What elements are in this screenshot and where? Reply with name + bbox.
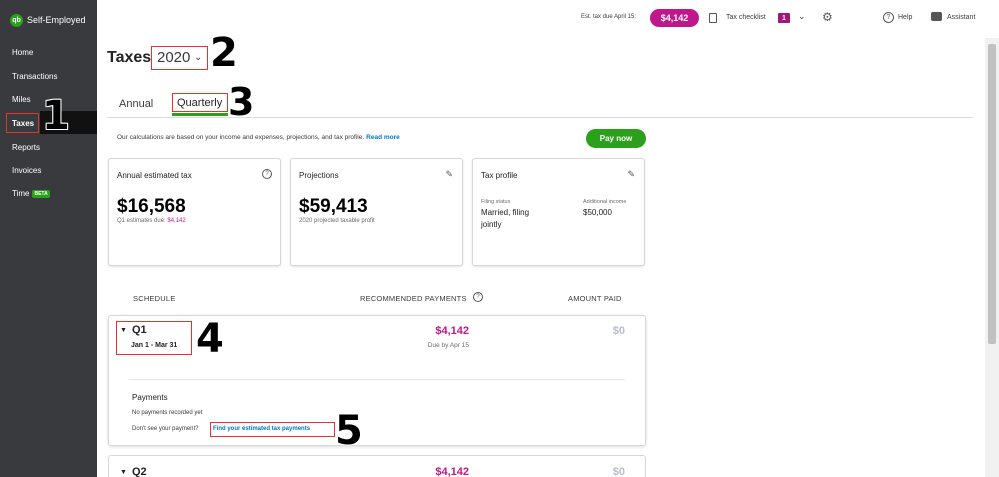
no-payments-text: No payments recorded yet	[132, 410, 203, 416]
q1-estimate-label: Q1 estimates due:	[117, 218, 166, 224]
question-icon[interactable]: ?	[262, 169, 272, 179]
amount-paid-header: AMOUNT PAID	[568, 294, 622, 303]
projections-card: Projections ✎ $59,413 2020 projected tax…	[290, 158, 463, 266]
brand-name: Self-Employed	[27, 15, 86, 25]
assistant-icon[interactable]	[931, 12, 942, 21]
caret-down-icon[interactable]: ▼	[120, 469, 127, 476]
annual-tax-amount: $16,568	[117, 196, 186, 217]
annotation-3: 3	[228, 80, 255, 124]
filing-status-value-line-2: jointly	[481, 220, 502, 229]
missing-payment-prompt: Don't see your payment?	[132, 426, 199, 432]
chevron-down-icon[interactable]: ⌄	[798, 11, 806, 22]
schedule-header: SCHEDULE	[133, 294, 176, 303]
q2-label[interactable]: Q2	[132, 466, 147, 477]
card-title: Projections	[299, 171, 339, 180]
q1-divider	[129, 379, 625, 380]
info-message: Our calculations are based on your incom…	[117, 134, 365, 141]
annotation-4: 4	[196, 316, 224, 362]
q2-card	[108, 455, 646, 477]
page-title: Taxes	[107, 49, 152, 66]
help-icon[interactable]: ?	[883, 12, 894, 23]
highlight-box-taxes	[6, 113, 39, 133]
active-tab-indicator	[172, 113, 228, 116]
highlight-box-find-link	[210, 422, 335, 437]
assistant-link[interactable]: Assistant	[947, 14, 975, 21]
highlight-box-quarterly	[172, 93, 228, 112]
checklist-count-badge: 1	[778, 13, 790, 23]
q2-amount-paid: $0	[612, 466, 625, 477]
filing-status-value-line-1: Married, filing	[481, 208, 530, 217]
sidebar-item-home[interactable]: Home	[12, 48, 33, 57]
tax-checklist-link[interactable]: Tax checklist	[726, 14, 766, 21]
additional-income-label: Additional income	[583, 199, 627, 205]
tax-profile-card: Tax profile ✎ Filing status Married, fil…	[472, 158, 645, 266]
brand[interactable]: qb Self-Employed	[0, 0, 97, 40]
qb-logo-icon: qb	[10, 13, 23, 27]
q1-amount-paid: $0	[612, 325, 625, 337]
help-link[interactable]: Help	[898, 14, 912, 21]
highlight-box-year	[151, 46, 208, 70]
sidebar-item-time[interactable]: Time BETA	[12, 189, 50, 198]
est-tax-label: Est. tax due April 15:	[581, 14, 637, 20]
clipboard-icon	[709, 13, 717, 23]
sidebar-item-label: Time	[12, 189, 30, 198]
gear-icon[interactable]: ⚙	[822, 10, 833, 24]
card-title: Annual estimated tax	[117, 171, 192, 180]
tab-annual[interactable]: Annual	[119, 98, 153, 110]
scrollbar-thumb[interactable]	[988, 44, 996, 344]
sidebar-item-invoices[interactable]: Invoices	[12, 166, 41, 175]
pay-now-button[interactable]: Pay now	[586, 129, 646, 148]
beta-badge: BETA	[32, 189, 50, 198]
annual-estimated-tax-card: Annual estimated tax ? $16,568 Q1 estima…	[108, 158, 281, 266]
q1-estimate-note: Q1 estimates due: $4,142	[117, 218, 186, 224]
est-tax-amount-button[interactable]: $4,142	[650, 9, 699, 27]
q2-recommended-amount: $4,142	[435, 466, 469, 477]
read-more-link[interactable]: Read more	[366, 134, 400, 141]
projected-profit-label: 2020 projected taxable profit	[299, 218, 375, 224]
recommended-payments-header: RECOMMENDED PAYMENTS	[360, 294, 467, 303]
sidebar-item-reports[interactable]: Reports	[12, 143, 40, 152]
card-title: Tax profile	[481, 171, 518, 180]
question-icon[interactable]: ?	[473, 292, 483, 302]
annotation-5: 5	[335, 408, 363, 454]
additional-income-value: $50,000	[583, 208, 612, 217]
q1-estimate-amount: $4,142	[167, 218, 186, 224]
payments-heading: Payments	[132, 393, 168, 402]
pencil-icon[interactable]: ✎	[627, 169, 635, 180]
annotation-2: 2	[210, 30, 238, 76]
q1-recommended-amount: $4,142	[435, 325, 469, 337]
info-text: Our calculations are based on your incom…	[117, 134, 400, 141]
q1-due-date: Due by Apr 15	[427, 342, 469, 349]
projected-profit-amount: $59,413	[299, 196, 368, 217]
annotation-1: 1	[42, 93, 70, 139]
filing-status-label: Filing status	[481, 199, 511, 205]
pencil-icon[interactable]: ✎	[445, 169, 453, 180]
sidebar-item-transactions[interactable]: Transactions	[12, 72, 58, 81]
sidebar-item-miles[interactable]: Miles	[12, 95, 31, 104]
highlight-box-q1	[116, 321, 192, 355]
sidebar: qb Self-Employed Home Transactions Miles…	[0, 0, 97, 477]
